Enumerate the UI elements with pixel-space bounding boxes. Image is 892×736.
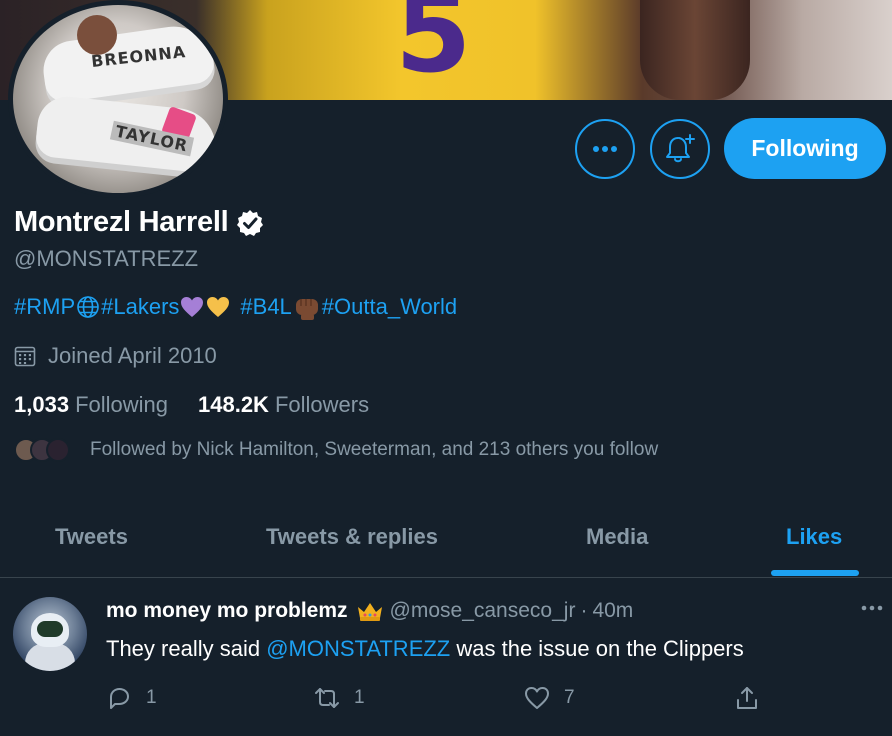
- avatar-astronaut-visor: [37, 621, 63, 637]
- crown-icon: [357, 603, 382, 621]
- tweet-item[interactable]: mo money mo problemz @mose_canseco_jr · …: [0, 579, 892, 736]
- banner-arm: [640, 0, 750, 100]
- tweet-timestamp[interactable]: 40m: [592, 599, 633, 623]
- retweet-button[interactable]: 1: [314, 685, 365, 711]
- following-label: Following: [75, 392, 168, 417]
- more-icon: [593, 146, 617, 152]
- profile-tabs: Tweets Tweets & replies Media Likes: [0, 508, 892, 578]
- followers-label: Followers: [274, 392, 370, 417]
- tweet-author-name[interactable]: mo money mo problemz: [106, 599, 348, 623]
- tweet-text-before: They really said: [106, 636, 267, 661]
- raised-fist-icon: [295, 299, 318, 320]
- tweet-actions: 1 1 7: [106, 685, 766, 715]
- followers-count: 148.2K: [198, 392, 269, 417]
- avatar-astronaut-body: [25, 643, 75, 671]
- followed-by[interactable]: Followed by Nick Hamilton, Sweeterman, a…: [14, 438, 658, 462]
- followed-by-text: Followed by Nick Hamilton, Sweeterman, a…: [90, 439, 659, 460]
- bell-plus-icon: [666, 134, 695, 163]
- tweet-author-avatar[interactable]: [13, 597, 87, 671]
- yellow-heart-icon: [207, 297, 230, 317]
- reply-button[interactable]: 1: [106, 685, 157, 711]
- purple-heart-icon: [181, 297, 204, 317]
- share-button[interactable]: [734, 685, 774, 711]
- like-button[interactable]: 7: [524, 685, 575, 711]
- tab-tweets[interactable]: Tweets: [55, 524, 128, 550]
- following-button[interactable]: Following: [724, 118, 886, 179]
- reply-count: 1: [146, 687, 157, 708]
- tab-likes[interactable]: Likes: [786, 524, 842, 550]
- followers-stat[interactable]: 148.2K Followers: [198, 392, 369, 418]
- following-count: 1,033: [14, 392, 70, 417]
- tweet-header: mo money mo problemz @mose_canseco_jr · …: [106, 599, 633, 623]
- share-icon: [737, 687, 757, 709]
- calendar-icon: [14, 346, 36, 367]
- active-tab-indicator: [771, 570, 859, 576]
- tweet-text: They really said @MONSTATREZZ was the is…: [106, 636, 744, 662]
- joined-date: Joined April 2010: [14, 343, 217, 369]
- more-options-button[interactable]: [575, 119, 635, 179]
- tweet-mention[interactable]: @MONSTATREZZ: [266, 636, 450, 661]
- hashtag-outta-world[interactable]: #Outta_World: [322, 294, 457, 320]
- tab-media[interactable]: Media: [586, 524, 648, 550]
- tab-tweets-replies[interactable]: Tweets & replies: [266, 524, 438, 550]
- tweet-more-icon[interactable]: [860, 603, 884, 613]
- hashtag-rmp[interactable]: #RMP: [14, 294, 75, 320]
- hashtag-b4l[interactable]: #B4L: [240, 294, 291, 320]
- notifications-button[interactable]: [650, 119, 710, 179]
- profile-bio: #RMP #Lakers #B4L #Outta_World: [14, 294, 457, 320]
- follow-stats: 1,033 Following 148.2K Followers: [14, 392, 399, 418]
- tweet-author-handle[interactable]: @mose_canseco_jr: [390, 599, 576, 623]
- profile-name-row: Montrezl Harrell: [14, 206, 265, 239]
- retweet-icon: [315, 688, 339, 708]
- banner-jersey-number: 5: [395, 0, 472, 97]
- profile-handle: @MONSTATREZZ: [14, 246, 199, 271]
- globe-icon: [77, 296, 99, 318]
- display-name: Montrezl Harrell: [14, 206, 229, 238]
- following-stat[interactable]: 1,033 Following: [14, 392, 168, 418]
- like-count: 7: [564, 687, 575, 708]
- follower-avatar: [46, 438, 70, 462]
- joined-text: Joined April 2010: [48, 343, 217, 368]
- profile-avatar[interactable]: BREONNA TAYLOR: [8, 0, 228, 198]
- separator-dot: ·: [580, 599, 588, 622]
- retweet-count: 1: [354, 687, 365, 708]
- hashtag-lakers[interactable]: #Lakers: [101, 294, 179, 320]
- tweet-text-after: was the issue on the Clippers: [450, 636, 744, 661]
- reply-icon: [110, 688, 129, 709]
- heart-icon: [525, 687, 549, 709]
- verified-badge-icon: [237, 209, 264, 236]
